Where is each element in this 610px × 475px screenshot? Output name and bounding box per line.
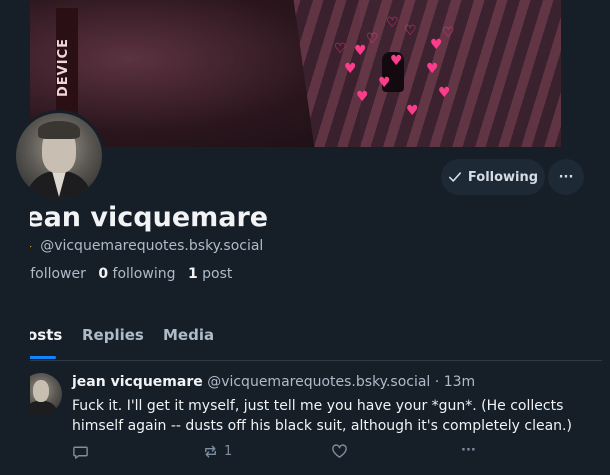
repost-button[interactable]: 1	[202, 443, 232, 460]
tab-replies[interactable]: Replies	[82, 326, 144, 344]
tab-media[interactable]: Media	[163, 326, 214, 344]
repost-icon	[205, 445, 216, 458]
avatar-hair	[38, 121, 80, 139]
profile-avatar[interactable]	[13, 110, 105, 202]
check-icon	[448, 172, 461, 182]
post-time[interactable]: 13m	[444, 374, 475, 390]
display-name: jean vicquemare	[16, 202, 269, 233]
following-label: Following	[467, 169, 539, 185]
banner-edge	[561, 0, 567, 147]
like-button[interactable]	[331, 443, 353, 460]
post-more-button[interactable]: ···	[461, 443, 476, 458]
post-handle[interactable]: @vicquemarequotes.bsky.social	[207, 374, 430, 390]
followers-label: follower	[30, 266, 86, 282]
post-avatar-face	[33, 380, 49, 402]
profile-more-button[interactable]: ···	[548, 159, 584, 195]
post-item[interactable]: jean vicquemare @vicquemarequotes.bsky.s…	[0, 361, 602, 475]
handle-row: ☀️ @vicquemarequotes.bsky.social	[16, 238, 263, 254]
post-header: jean vicquemare @vicquemarequotes.bsky.s…	[72, 374, 475, 390]
more-icon: ···	[558, 169, 574, 185]
profile-stats: 1 follower 0 following 1 post	[16, 266, 232, 282]
following-count: 0	[98, 266, 109, 282]
posts-stat: 1 post	[188, 266, 232, 282]
following-link[interactable]: 0 following	[98, 266, 175, 282]
post-author[interactable]: jean vicquemare	[72, 374, 203, 390]
profile-tabs: Posts Replies Media	[0, 318, 602, 361]
post-text: Fuck it. I'll get it myself, just tell m…	[72, 398, 572, 434]
like-icon	[332, 444, 347, 458]
post-actions: 1 ···	[72, 443, 492, 463]
reply-button[interactable]	[72, 443, 94, 460]
banner-hearts: ♡ ♡ ♡ ♡ ♥ ♥ ♡ ♥ ♥ ♥ ♥ ♥ ♥ ♥	[334, 15, 455, 119]
posts-label: post	[202, 266, 233, 282]
left-edge	[0, 0, 30, 475]
post-more-icon: ···	[461, 443, 476, 458]
profile-handle: @vicquemarequotes.bsky.social	[40, 238, 264, 254]
post-separator: ·	[434, 374, 440, 390]
profile-banner[interactable]: DEVICE ♡ ♡ ♡ ♡ ♥ ♥ ♡ ♥ ♥ ♥ ♥ ♥ ♥ ♥	[30, 0, 567, 147]
repost-count: 1	[224, 444, 233, 459]
following-button[interactable]: Following	[441, 159, 545, 195]
following-stat-label: following	[112, 266, 176, 282]
posts-count: 1	[187, 266, 198, 282]
reply-icon	[73, 446, 88, 459]
